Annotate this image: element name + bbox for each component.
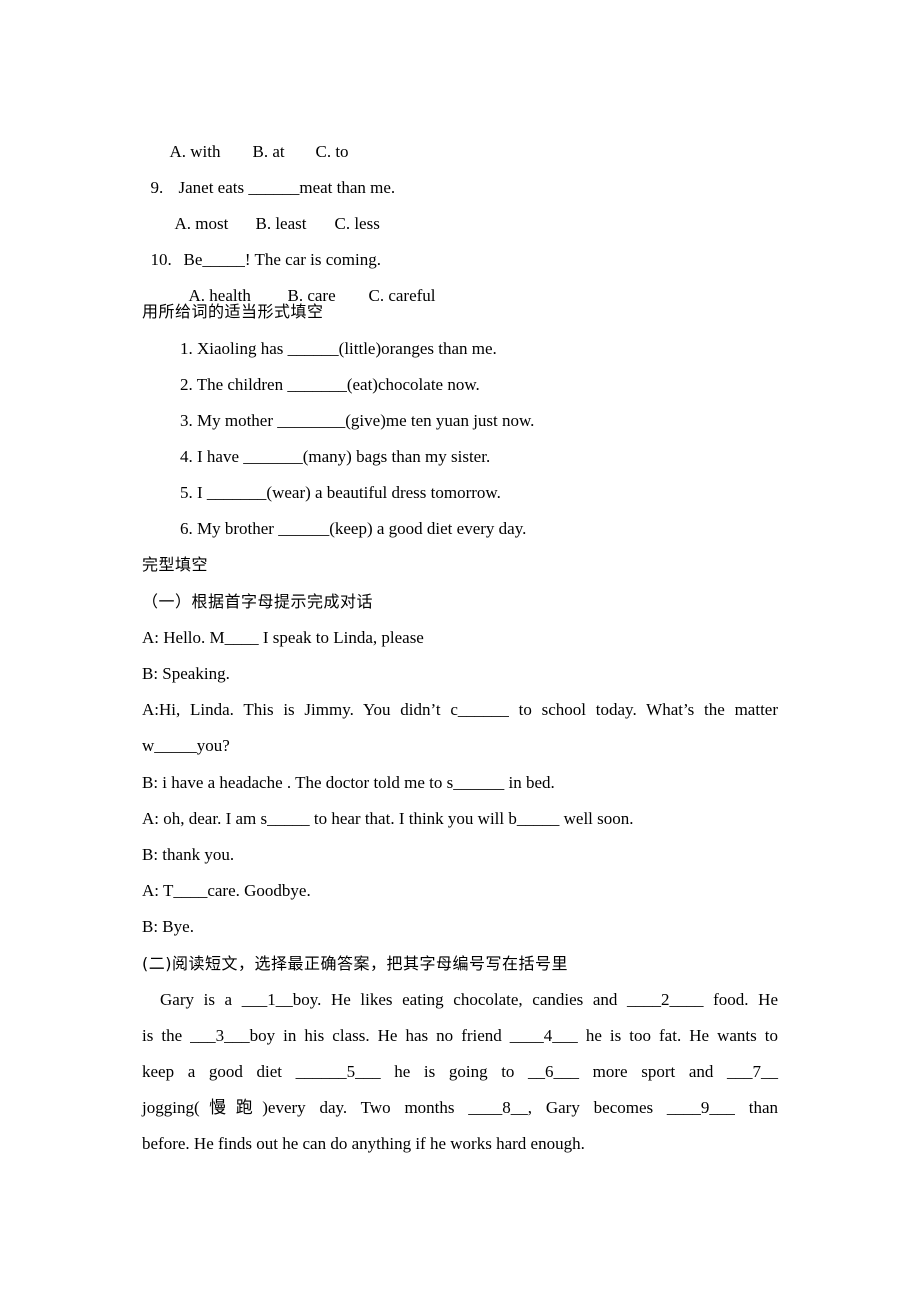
q8-options: A. with B. at C. to bbox=[161, 122, 349, 162]
question-10: 10. Be_____! The car is coming. bbox=[142, 230, 382, 270]
word-form-item: 6. My brother ______(keep) a good diet e… bbox=[180, 519, 527, 538]
dialogue-line: B: i have a headache . The doctor told m… bbox=[142, 773, 555, 792]
word-form-item: 2. The children _______(eat)chocolate no… bbox=[180, 375, 480, 394]
dialogue-line: B: Bye. bbox=[142, 917, 194, 936]
word-form-item: 3. My mother ________(give)me ten yuan j… bbox=[180, 411, 535, 430]
dialogue-line: A:Hi, Linda. This is Jimmy. You didn’t c… bbox=[142, 700, 778, 719]
section-heading-word-forms: 用所给词的适当形式填空 bbox=[142, 302, 324, 321]
section-heading-cloze: 完型填空 bbox=[142, 555, 209, 574]
subsection-heading-dialogue: （一）根据首字母提示完成对话 bbox=[142, 592, 374, 611]
passage-line: Gary is a ___1__boy. He likes eating cho… bbox=[160, 990, 778, 1009]
dialogue-line: B: thank you. bbox=[142, 845, 235, 864]
dialogue-line: w_____you? bbox=[142, 736, 230, 755]
question-number: 10. bbox=[150, 250, 172, 269]
word-form-item: 4. I have _______(many) bags than my sis… bbox=[180, 447, 491, 466]
question-9: 9. Janet eats ______meat than me. bbox=[142, 158, 396, 198]
word-form-item: 1. Xiaoling has ______(little)oranges th… bbox=[180, 339, 497, 358]
passage-line: is the ___3___boy in his class. He has n… bbox=[142, 1026, 778, 1045]
word-form-item: 5. I _______(wear) a beautiful dress tom… bbox=[180, 483, 501, 502]
passage-line: keep a good diet ______5___ he is going … bbox=[142, 1062, 778, 1081]
dialogue-line: B: Speaking. bbox=[142, 664, 230, 683]
passage-line: jogging(慢跑)every day. Two months ____8__… bbox=[142, 1098, 778, 1117]
dialogue-line: A: T____care. Goodbye. bbox=[142, 881, 311, 900]
dialogue-line: A: Hello. M____ I speak to Linda, please bbox=[142, 628, 424, 647]
q10-option-c: C. careful bbox=[368, 286, 436, 305]
q10-options: A. health B. care C. careful bbox=[180, 266, 436, 306]
q9-options: A. most B. least C. less bbox=[166, 194, 380, 234]
passage-line: before. He finds out he can do anything … bbox=[142, 1134, 585, 1153]
dialogue-line: A: oh, dear. I am s_____ to hear that. I… bbox=[142, 809, 634, 828]
subsection-heading-reading: (二)阅读短文，选择最正确答案，把其字母编号写在括号里 bbox=[142, 954, 568, 973]
